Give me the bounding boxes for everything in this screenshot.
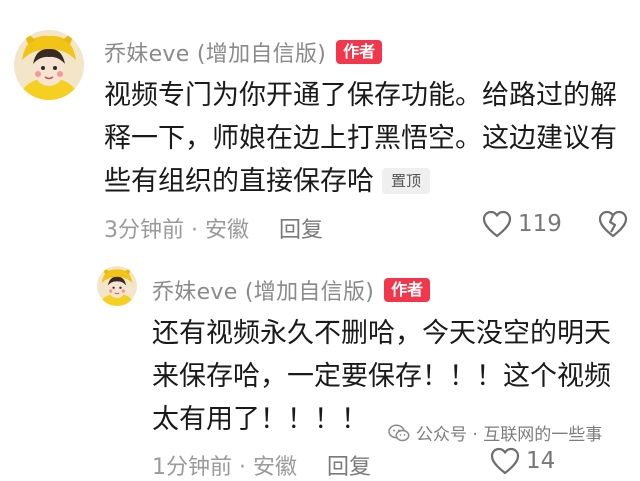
reply-reply-button[interactable]: 回复 (327, 449, 371, 481)
reply-author-badge: 作者 (384, 278, 431, 302)
author-badge: 作者 (336, 40, 383, 64)
reply-username[interactable]: 乔妹eve (增加自信版) (152, 274, 374, 306)
watermark-text: 公众号 · 互联网的一些事 (416, 425, 603, 445)
reply-line: 来保存哈，一定要保存！！！这个视频 (152, 361, 611, 392)
heart-outline-icon[interactable] (490, 447, 520, 475)
comment-text: 视频专门为你开通了保存功能。给路过的解 释一下，师娘在边上打黑悟空。这边建议有 … (104, 74, 636, 203)
comment-line-text: 些有组织的直接保存哈 (104, 166, 374, 197)
comment-line: 视频专门为你开通了保存功能。给路过的解 (104, 80, 617, 111)
comment-line: 释一下，师娘在边上打黑悟空。这边建议有 (104, 123, 617, 154)
heart-broken-icon[interactable] (598, 210, 628, 238)
heart-outline-icon[interactable] (482, 210, 512, 238)
reply-like-count: 14 (526, 448, 556, 474)
reply-header: 乔妹eve (增加自信版) 作者 (152, 274, 431, 306)
reply-like-group: 14 (490, 447, 555, 475)
wechat-icon (388, 424, 410, 442)
comment-meta: 3分钟前 · 安徽 回复 (104, 212, 323, 244)
watermark: 公众号 · 互联网的一些事 (382, 418, 609, 447)
reply-line: 还有视频永久不删哈，今天没空的明天 (152, 318, 611, 349)
reply-button[interactable]: 回复 (279, 212, 323, 244)
timestamp-location: 3分钟前 · 安徽 (104, 218, 249, 243)
reply-meta: 1分钟前 · 安徽 回复 (152, 449, 371, 481)
username[interactable]: 乔妹eve (增加自信版) (104, 36, 326, 68)
like-count: 119 (518, 211, 562, 237)
avatar[interactable] (14, 30, 84, 100)
like-group: 119 (482, 210, 562, 238)
reply-avatar[interactable] (97, 266, 137, 306)
reply-timestamp-location: 1分钟前 · 安徽 (152, 455, 297, 480)
comment-header: 乔妹eve (增加自信版) 作者 (104, 36, 383, 68)
comment-line: 些有组织的直接保存哈 置顶 (104, 160, 636, 203)
pinned-badge: 置顶 (382, 168, 431, 194)
